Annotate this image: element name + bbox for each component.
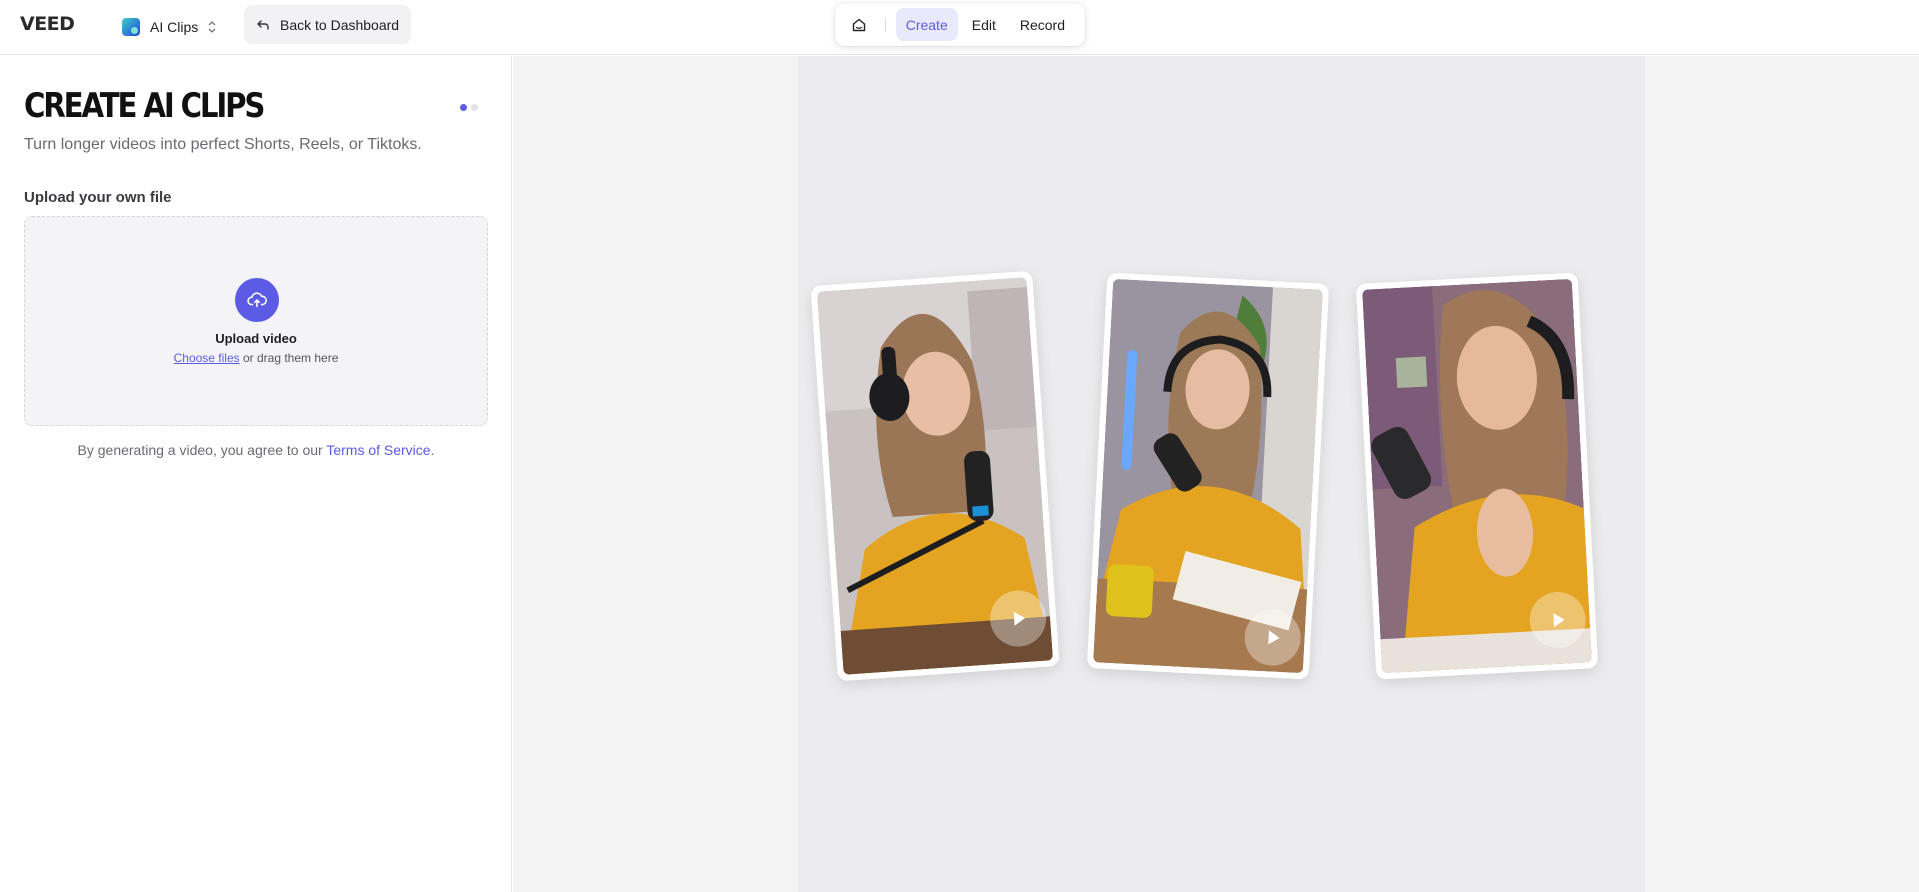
veed-logo[interactable]: VEED <box>20 13 75 35</box>
back-to-dashboard-label: Back to Dashboard <box>280 16 400 33</box>
clip-card[interactable] <box>1086 272 1330 680</box>
mode-divider <box>884 17 886 32</box>
preview-stage <box>798 56 1645 892</box>
cloud-upload-icon <box>247 292 267 308</box>
terms-suffix: . <box>430 442 435 458</box>
terms-of-service-link[interactable]: Terms of Service <box>326 442 430 458</box>
back-arrow-icon <box>257 19 269 30</box>
chevron-up-down-icon <box>208 21 216 33</box>
back-to-dashboard-button[interactable]: Back to Dashboard <box>244 5 412 44</box>
step-dot-active <box>460 104 467 111</box>
drag-hint-text: or drag them here <box>239 351 339 365</box>
upload-hint: Choose files or drag them here <box>25 351 487 365</box>
tab-record[interactable]: Record <box>1010 8 1075 41</box>
podcast-woman-praying-hands-photo <box>1362 278 1592 674</box>
tab-edit[interactable]: Edit <box>962 8 1006 41</box>
terms-prefix: By generating a video, you agree to our <box>77 442 327 458</box>
choose-files-link[interactable]: Choose files <box>174 351 240 365</box>
podcast-woman-mic-notebook-photo <box>1093 278 1323 674</box>
step-dot <box>471 104 478 111</box>
home-icon <box>852 18 866 31</box>
home-button[interactable] <box>841 10 877 40</box>
page-subtitle: Turn longer videos into perfect Shorts, … <box>24 136 422 153</box>
upload-dropzone[interactable]: Upload video Choose files or drag them h… <box>24 216 488 426</box>
podcast-woman-headphones-photo <box>816 277 1054 675</box>
mode-switcher: Create Edit Record <box>835 3 1085 46</box>
app-switcher-label: AI Clips <box>150 19 199 35</box>
preview-area <box>513 56 1919 892</box>
clip-card[interactable] <box>810 270 1060 682</box>
upload-section-label: Upload your own file <box>24 189 172 206</box>
clip-card[interactable] <box>1355 272 1599 680</box>
upload-button[interactable] <box>235 278 279 322</box>
ai-clips-app-icon <box>122 18 140 36</box>
page-title: CREATE AI CLIPS <box>24 86 265 126</box>
step-indicator <box>460 104 478 111</box>
upload-title: Upload video <box>215 331 297 346</box>
create-panel: CREATE AI CLIPS Turn longer videos into … <box>0 56 512 892</box>
top-bar: VEED AI Clips Back to Dashboard Create E… <box>0 0 1919 55</box>
app-switcher[interactable]: AI Clips <box>122 11 216 43</box>
tab-create[interactable]: Create <box>895 8 958 41</box>
terms-notice: By generating a video, you agree to our … <box>0 442 512 458</box>
